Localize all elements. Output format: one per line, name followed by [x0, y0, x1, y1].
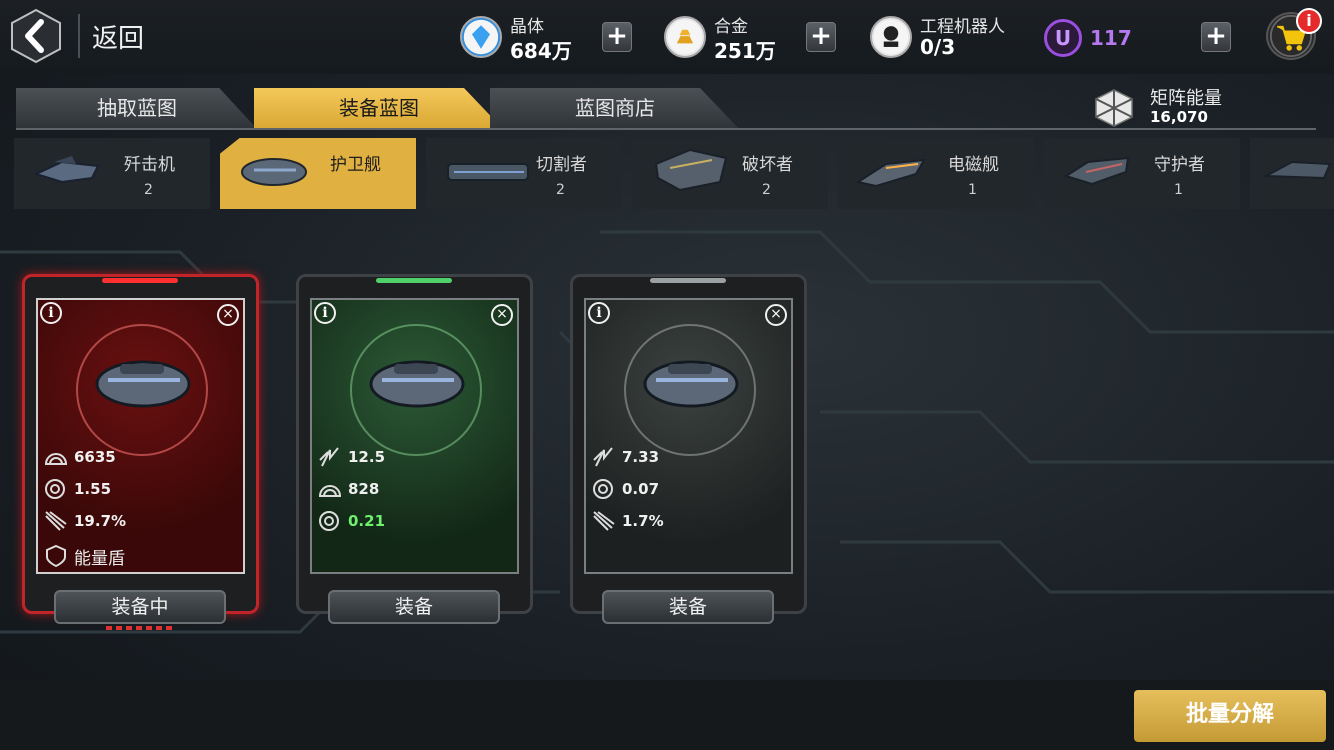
category-count: 2 [144, 182, 153, 198]
stat-value: 0.07 [622, 480, 660, 498]
fighter-ship-icon [33, 156, 100, 184]
frigate-ship-icon [241, 158, 307, 186]
stat-value: 1.7% [622, 512, 664, 530]
rarity-glow [102, 278, 178, 283]
batch-decompose-button[interactable]: 批量分解 [1134, 690, 1326, 742]
category-name: 破坏者 [742, 155, 793, 175]
rarity-glow [650, 278, 726, 283]
category-cutter[interactable]: 切割者 2 [426, 138, 622, 209]
alloy-name: 合金 [714, 17, 748, 37]
back-divider [78, 14, 80, 58]
cutter-ship-icon [447, 163, 529, 181]
equipped-indicator [106, 626, 176, 630]
close-icon[interactable]: × [491, 304, 513, 326]
category-name: 护卫舰 [330, 155, 381, 175]
tab-equip-blueprint[interactable]: 装备蓝图 [254, 88, 504, 130]
stat-value: 19.7% [74, 512, 127, 530]
add-crystal-button[interactable]: + [602, 22, 632, 52]
lightning-icon [593, 447, 613, 467]
missile-icon [45, 511, 67, 531]
stat-value: 12.5 [348, 448, 386, 466]
rarity-glow [376, 278, 452, 283]
category-count: 2 [556, 182, 565, 198]
close-icon[interactable]: × [765, 304, 787, 326]
category-count: 1 [1174, 182, 1183, 198]
frigate-ship-image [95, 360, 191, 408]
add-u-currency-button[interactable]: + [1201, 22, 1231, 52]
blueprint-card-red[interactable]: i × 6635 1.55 19.7% 能量盾 装备中 [22, 274, 259, 634]
info-icon[interactable]: i [314, 302, 336, 324]
category-name: 电磁舰 [948, 155, 999, 175]
blueprint-card-green[interactable]: i × 12.5 828 0.21 装备 [296, 274, 533, 634]
matrix-energy-icon [1095, 89, 1133, 127]
close-icon[interactable]: × [217, 304, 239, 326]
next-ship-icon [1262, 160, 1332, 180]
category-frigate[interactable]: 护卫舰 [220, 138, 416, 209]
stat-value: 828 [348, 480, 380, 498]
category-count: 1 [968, 182, 977, 198]
category-destroyer[interactable]: 破坏者 2 [632, 138, 828, 209]
u-currency-icon: U [1044, 19, 1082, 57]
matrix-energy-name: 矩阵能量 [1150, 88, 1222, 109]
matrix-energy-value: 16,070 [1150, 108, 1208, 126]
cart-notification-badge: i [1296, 8, 1322, 34]
info-icon[interactable]: i [40, 302, 62, 324]
blueprint-card-gray[interactable]: i × 7.33 0.07 1.7% 装备 [570, 274, 807, 634]
category-name: 守护者 [1154, 155, 1205, 175]
category-partial-next[interactable] [1250, 138, 1334, 209]
destroyer-ship-icon [654, 148, 728, 192]
alloy-value: 251万 [714, 39, 776, 63]
crystal-icon [460, 16, 502, 58]
crystal-value: 684万 [510, 39, 572, 63]
missile-icon [593, 511, 615, 531]
frigate-ship-image [643, 360, 739, 408]
frigate-ship-image [369, 360, 465, 408]
card-body: i × 12.5 828 0.21 [310, 298, 519, 574]
back-button[interactable] [10, 8, 62, 64]
crystal-name: 晶体 [510, 17, 544, 37]
stat-value: 0.21 [348, 512, 386, 530]
alloy-icon [664, 16, 706, 58]
category-guardian[interactable]: 守护者 1 [1044, 138, 1240, 209]
equipped-button[interactable]: 装备中 [54, 590, 226, 624]
stat-value: 7.33 [622, 448, 660, 466]
info-icon[interactable]: i [588, 302, 610, 324]
stat-value: 1.55 [74, 480, 112, 498]
robot-value: 0/3 [920, 35, 956, 59]
category-name: 歼击机 [124, 155, 175, 175]
back-label[interactable]: 返回 [92, 18, 144, 55]
guardian-ship-icon [1063, 156, 1130, 186]
equip-button[interactable]: 装备 [328, 590, 500, 624]
add-alloy-button[interactable]: + [806, 22, 836, 52]
category-fighter[interactable]: 歼击机 2 [14, 138, 210, 209]
shield-gear-icon [319, 511, 339, 531]
category-count: 2 [762, 182, 771, 198]
stat-value: 能量盾 [74, 549, 125, 569]
tab-draw-blueprint[interactable]: 抽取蓝图 [16, 88, 258, 130]
card-body: i × 7.33 0.07 1.7% [584, 298, 793, 574]
robot-name: 工程机器人 [920, 17, 1005, 37]
category-name: 切割者 [536, 155, 587, 175]
armor-icon [44, 453, 68, 465]
emp-ship-icon [856, 158, 926, 188]
equip-button[interactable]: 装备 [602, 590, 774, 624]
energy-shield-icon [46, 544, 66, 568]
lightning-icon [319, 447, 339, 467]
u-currency-value: 117 [1090, 26, 1132, 50]
stat-value: 6635 [74, 448, 116, 466]
card-body: i × 6635 1.55 19.7% 能量盾 [36, 298, 245, 574]
category-emp-ship[interactable]: 电磁舰 1 [838, 138, 1034, 209]
shield-gear-icon [593, 479, 613, 499]
robot-icon [870, 16, 912, 58]
tab-divider [16, 128, 1316, 130]
armor-icon [318, 485, 342, 497]
tab-blueprint-shop[interactable]: 蓝图商店 [490, 88, 740, 130]
shield-gear-icon [45, 479, 65, 499]
